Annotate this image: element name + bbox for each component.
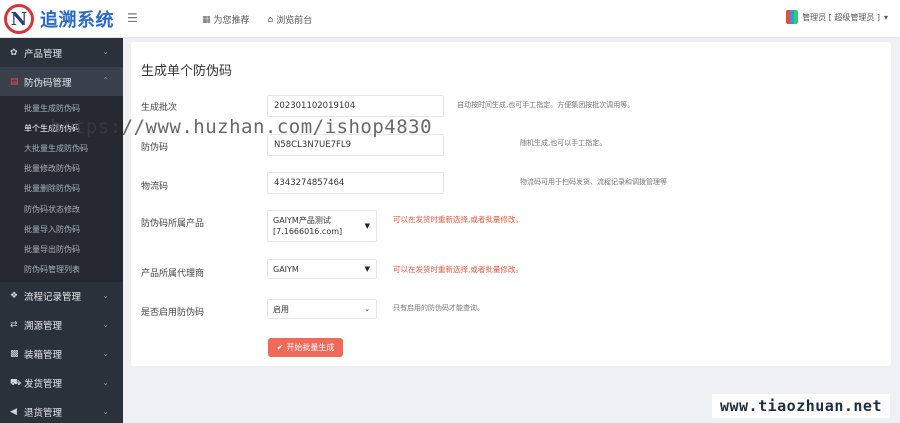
form-panel: 生成单个防伪码 生成批次 自动按时间生成,也可手工指定。方便集团按批次调用等。 … bbox=[131, 42, 891, 366]
chevron-down-icon: ⌄ bbox=[102, 348, 109, 358]
menu-toggle-icon[interactable]: ☰ bbox=[127, 11, 138, 25]
nav-frontend[interactable]: ⌂ 浏览前台 bbox=[267, 13, 313, 27]
chevron-down-icon: ⌄ bbox=[102, 319, 109, 329]
sidebar-item-codes[interactable]: ▤ 防伪码管理 ⌃ bbox=[0, 67, 123, 96]
submenu-item-batch-edit[interactable]: 批量修改防伪码 bbox=[0, 159, 123, 179]
batch-input[interactable] bbox=[267, 95, 444, 117]
sidebar-item-label: 溯源管理 bbox=[24, 321, 63, 333]
product-label: 防伪码所属产品 bbox=[141, 219, 205, 229]
nav-recommend[interactable]: ▦ 为您推荐 bbox=[202, 13, 250, 27]
enabled-select[interactable]: 启用 ⌄ bbox=[267, 299, 377, 319]
url-watermark: https://www.huzhan.com/ishop4830 bbox=[50, 116, 433, 138]
submenu-item-batch-import[interactable]: 批量导入防伪码 bbox=[0, 219, 123, 239]
sidebar-item-products[interactable]: ✿ 产品管理 ⌄ bbox=[0, 38, 123, 67]
sidebar-item-label: 产品管理 bbox=[24, 48, 63, 60]
agent-label: 产品所属代理商 bbox=[141, 269, 205, 279]
nav-frontend-label: 浏览前台 bbox=[276, 16, 313, 26]
tag-icon: ❖ bbox=[10, 291, 19, 302]
enabled-help: 只有启用的防伪码才能查询。 bbox=[393, 304, 484, 312]
check-icon: ✔ bbox=[276, 343, 284, 352]
chevron-down-icon: ⌄ bbox=[102, 290, 109, 300]
submenu-item-code-list[interactable]: 防伪码管理列表 bbox=[0, 260, 123, 280]
chevron-down-icon: ⌄ bbox=[102, 47, 109, 56]
return-icon: ◀ bbox=[10, 407, 17, 418]
logistics-help: 物流码可用于扫码发货、流程记录和调拨管理等 bbox=[520, 178, 667, 186]
home-icon: ⌂ bbox=[267, 14, 274, 25]
submenu-item-batch-export[interactable]: 批量导出防伪码 bbox=[0, 239, 123, 259]
batch-help: 自动按时间生成,也可手工指定。方便集团按批次调用等。 bbox=[457, 101, 635, 109]
submenu-item-bulk-generate[interactable]: 大批量生成防伪码 bbox=[0, 138, 123, 158]
sidebar-item-label: 装箱管理 bbox=[24, 350, 63, 362]
chevron-up-icon: ⌃ bbox=[102, 76, 109, 85]
sidebar-item-label: 退货管理 bbox=[24, 408, 63, 420]
sidebar-item-label: 流程记录管理 bbox=[24, 292, 82, 304]
chevron-down-icon: ⌄ bbox=[102, 406, 109, 416]
generate-button-label: 开始批量生成 bbox=[286, 343, 335, 352]
barcode-icon: ▤ bbox=[10, 76, 19, 87]
user-menu[interactable]: 管理员 [ 超级管理员 ] ▾ bbox=[786, 10, 888, 24]
enabled-label: 是否启用防伪码 bbox=[141, 308, 205, 318]
leaf-icon: ✿ bbox=[10, 47, 18, 58]
site-watermark-badge: www.tiaozhuan.net bbox=[711, 394, 890, 418]
sidebar-item-shipping[interactable]: ⛟ 发货管理 ⌄ bbox=[0, 369, 123, 398]
truck-icon: ⛟ bbox=[10, 377, 22, 388]
batch-label: 生成批次 bbox=[141, 103, 178, 113]
caret-down-icon: ▼ bbox=[364, 265, 370, 273]
grid-icon: ▩ bbox=[10, 349, 19, 360]
submenu-item-batch-delete[interactable]: 批量删除防伪码 bbox=[0, 179, 123, 199]
store-icon: ▦ bbox=[202, 14, 211, 25]
agent-select-value: GAIYM bbox=[273, 265, 299, 274]
sidebar-item-process[interactable]: ❖ 流程记录管理 ⌄ bbox=[0, 282, 123, 311]
chevron-down-icon: ⌄ bbox=[364, 305, 370, 313]
user-label: 管理员 [ 超级管理员 ] bbox=[802, 12, 880, 22]
sidebar-item-trace[interactable]: ⇄ 溯源管理 ⌄ bbox=[0, 311, 123, 340]
top-bar: N 追溯系统 ☰ ▦ 为您推荐 ⌂ 浏览前台 管理员 [ 超级管理员 ] ▾ bbox=[0, 0, 900, 38]
sidebar: ✿ 产品管理 ⌄ ▤ 防伪码管理 ⌃ 批量生成防伪码 单个生成防伪码 大批量生成… bbox=[0, 38, 123, 423]
chevron-down-icon: ▾ bbox=[883, 12, 888, 22]
logo-icon: N bbox=[4, 4, 34, 34]
top-nav: ▦ 为您推荐 ⌂ 浏览前台 bbox=[202, 13, 313, 27]
product-help: 可以在发货时重新选择,或者批量修改。 bbox=[393, 215, 523, 224]
nav-recommend-label: 为您推荐 bbox=[213, 16, 250, 26]
code-help: 随机生成,也可以手工指定。 bbox=[520, 139, 607, 147]
logistics-input[interactable] bbox=[267, 172, 444, 194]
enabled-select-value: 启用 bbox=[273, 305, 289, 314]
page-title: 生成单个防伪码 bbox=[141, 64, 233, 79]
exchange-icon: ⇄ bbox=[10, 320, 18, 331]
sidebar-item-returns[interactable]: ◀ 退货管理 ⌄ bbox=[0, 398, 123, 423]
sidebar-item-packing[interactable]: ▩ 装箱管理 ⌄ bbox=[0, 340, 123, 369]
agent-select[interactable]: GAIYM ▼ bbox=[267, 259, 377, 279]
agent-help: 可以在发货时重新选择,或者批量修改。 bbox=[393, 265, 523, 274]
code-label: 防伪码 bbox=[141, 143, 169, 153]
generate-button[interactable]: ✔ 开始批量生成 bbox=[268, 338, 343, 357]
app-logo[interactable]: N 追溯系统 bbox=[4, 3, 122, 35]
logistics-label: 物流码 bbox=[141, 182, 169, 192]
sidebar-item-label: 防伪码管理 bbox=[24, 77, 72, 89]
product-select[interactable]: GAIYM产品测试 [7.1666016.com] ▼ bbox=[267, 210, 377, 242]
chevron-down-icon: ⌄ bbox=[102, 377, 109, 387]
caret-down-icon: ▼ bbox=[364, 222, 370, 230]
sidebar-item-label: 发货管理 bbox=[24, 379, 63, 391]
avatar bbox=[786, 10, 799, 24]
product-select-value: GAIYM产品测试 [7.1666016.com] bbox=[273, 216, 343, 236]
submenu-item-status-edit[interactable]: 防伪码状态修改 bbox=[0, 199, 123, 219]
app-title: 追溯系统 bbox=[40, 10, 114, 31]
